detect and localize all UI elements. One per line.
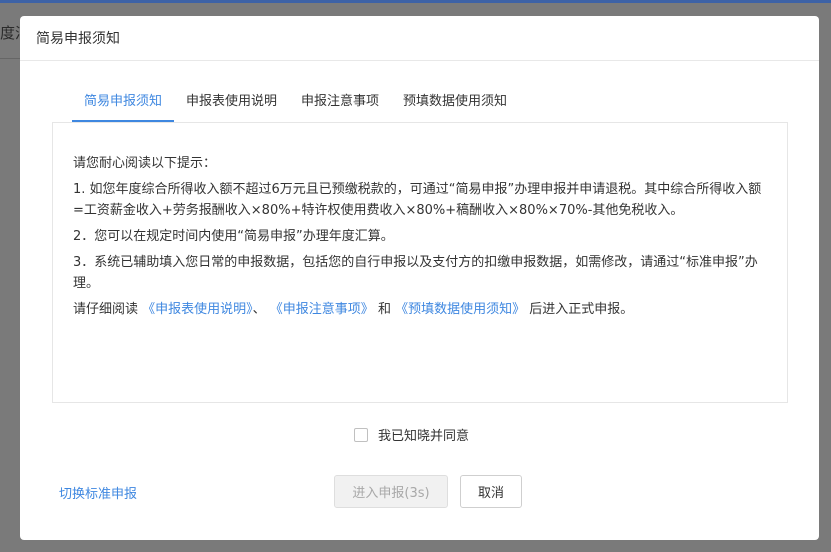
enter-declaration-button[interactable]: 进入申报(3s) — [334, 475, 448, 508]
read-prefix: 请仔细阅读 — [73, 302, 143, 317]
read-suffix: 后进入正式申报。 — [525, 302, 634, 317]
switch-standard-declaration-link[interactable]: 切换标准申报 — [59, 483, 137, 502]
cancel-button[interactable]: 取消 — [460, 475, 522, 508]
notice-read-line: 请仔细阅读 《申报表使用说明》、 《申报注意事项》 和 《预填数据使用须知》 后… — [73, 299, 767, 320]
agree-row: 我已知晓并同意 — [354, 425, 469, 444]
link-prefill-data-notice[interactable]: 《预填数据使用须知》 — [395, 302, 525, 317]
notice-item-2: 2．您可以在规定时间内使用“简易申报”办理年度汇算。 — [73, 229, 394, 244]
dialog-header: 简易申报须知 — [20, 16, 819, 61]
agree-checkbox[interactable] — [354, 427, 368, 442]
tab-simple-notice[interactable]: 简易申报须知 — [72, 87, 175, 122]
link-form-instructions[interactable]: 《申报表使用说明》 — [142, 302, 253, 317]
simple-declaration-dialog: 简易申报须知 简易申报须知 申报表使用说明 申报注意事项 预填数据使用须知 请您… — [20, 16, 819, 540]
tab-prefill-data-notice[interactable]: 预填数据使用须知 — [391, 87, 519, 122]
link-declaration-notes[interactable]: 《申报注意事项》 — [270, 302, 374, 317]
notice-content: 请您耐心阅读以下提示： 1. 如您年度综合所得收入额不超过6万元且已预缴税款的，… — [52, 122, 788, 403]
read-separator-1: 、 — [252, 302, 270, 317]
agree-label[interactable]: 我已知晓并同意 — [378, 425, 469, 444]
tab-bar: 简易申报须知 申报表使用说明 申报注意事项 预填数据使用须知 — [72, 87, 519, 122]
notice-heading: 请您耐心阅读以下提示： — [73, 156, 217, 171]
notice-item-1: 1. 如您年度综合所得收入额不超过6万元且已预缴税款的，可通过“简易申报”办理申… — [73, 182, 762, 218]
read-separator-2: 和 — [373, 302, 396, 317]
dialog-title: 简易申报须知 — [36, 31, 120, 47]
backdrop-divider — [0, 58, 20, 59]
notice-item-3: 3．系统已辅助填入您日常的申报数据，包括您的自行申报以及支付方的扣缴申报数据，如… — [73, 255, 758, 291]
tab-declaration-notes[interactable]: 申报注意事项 — [289, 87, 391, 122]
app-top-bar — [0, 0, 831, 3]
tab-form-instructions[interactable]: 申报表使用说明 — [174, 87, 289, 122]
